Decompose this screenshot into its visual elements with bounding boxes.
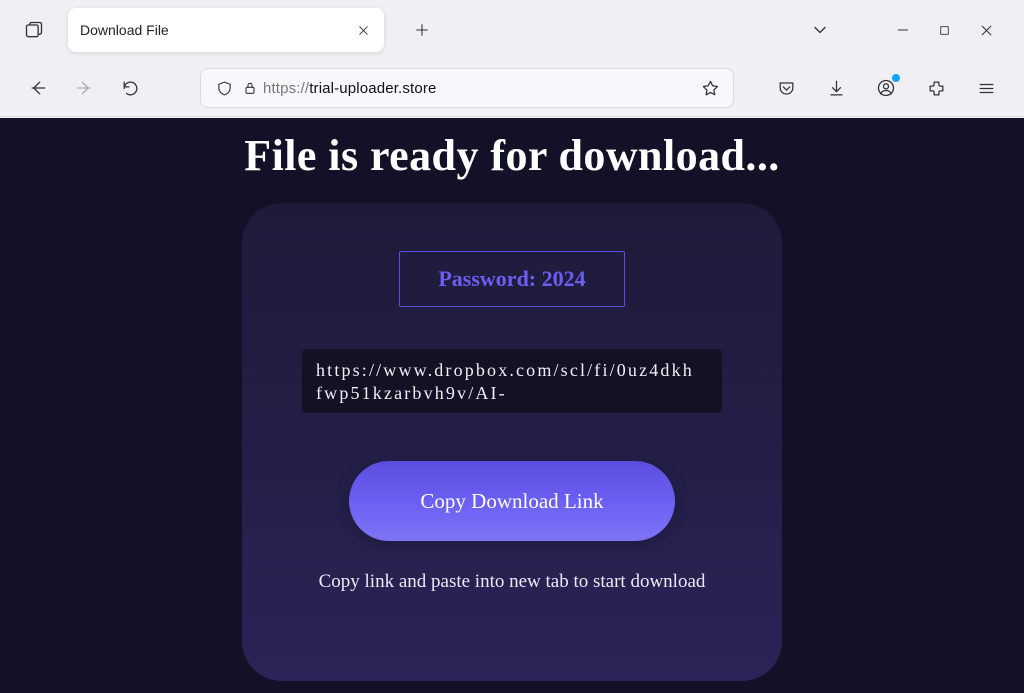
nav-back-button[interactable] bbox=[18, 68, 58, 108]
instruction-text: Copy link and paste into new tab to star… bbox=[319, 571, 706, 593]
account-button[interactable] bbox=[866, 68, 906, 108]
copy-download-link-button[interactable]: Copy Download Link bbox=[349, 461, 675, 541]
site-security-button[interactable] bbox=[237, 80, 263, 96]
window-close-button[interactable] bbox=[979, 23, 994, 38]
new-tab-button[interactable] bbox=[402, 10, 442, 50]
page-viewport: File is ready for download... Password: … bbox=[0, 118, 1024, 693]
nav-forward-button bbox=[64, 68, 104, 108]
page-headline: File is ready for download... bbox=[244, 130, 780, 181]
pocket-button[interactable] bbox=[766, 68, 806, 108]
chevron-down-icon bbox=[810, 20, 830, 40]
close-icon bbox=[979, 23, 994, 38]
recent-tabs-icon bbox=[24, 20, 44, 40]
app-menu-button[interactable] bbox=[966, 68, 1006, 108]
hamburger-icon bbox=[977, 79, 996, 98]
window-maximize-button[interactable] bbox=[938, 24, 951, 37]
puzzle-icon bbox=[927, 79, 946, 98]
arrow-left-icon bbox=[28, 78, 48, 98]
window-minimize-button[interactable] bbox=[896, 23, 910, 37]
toolbar-right bbox=[766, 68, 1006, 108]
nav-reload-button[interactable] bbox=[110, 68, 150, 108]
active-tab[interactable]: Download File bbox=[68, 8, 384, 52]
lock-icon bbox=[242, 80, 258, 96]
arrow-right-icon bbox=[74, 78, 94, 98]
star-icon bbox=[701, 79, 720, 98]
url-prefix: https:// bbox=[263, 80, 309, 97]
maximize-icon bbox=[938, 24, 951, 37]
browser-chrome: Download File bbox=[0, 0, 1024, 118]
tab-strip: Download File bbox=[0, 0, 1024, 60]
list-all-tabs-button[interactable] bbox=[810, 20, 830, 40]
tab-title: Download File bbox=[80, 22, 169, 38]
reload-icon bbox=[121, 79, 140, 98]
notification-dot-icon bbox=[892, 74, 900, 82]
download-icon bbox=[827, 79, 846, 98]
plus-icon bbox=[414, 22, 430, 38]
pocket-icon bbox=[777, 79, 796, 98]
tracking-protection-button[interactable] bbox=[211, 80, 237, 97]
address-bar[interactable]: https://trial-uploader.store bbox=[200, 68, 734, 108]
chrome-divider bbox=[0, 116, 1024, 117]
minimize-icon bbox=[896, 23, 910, 37]
password-display: Password: 2024 bbox=[399, 251, 624, 307]
download-link-textarea[interactable] bbox=[302, 349, 722, 413]
shield-icon bbox=[216, 80, 233, 97]
downloads-button[interactable] bbox=[816, 68, 856, 108]
tab-close-button[interactable] bbox=[354, 21, 372, 39]
bookmark-star-button[interactable] bbox=[697, 79, 723, 98]
window-controls bbox=[896, 23, 1014, 38]
extensions-button[interactable] bbox=[916, 68, 956, 108]
url-text: https://trial-uploader.store bbox=[263, 80, 697, 97]
close-icon bbox=[357, 24, 370, 37]
nav-toolbar: https://trial-uploader.store bbox=[0, 60, 1024, 116]
download-card: Password: 2024 Copy Download Link Copy l… bbox=[242, 203, 782, 681]
recent-tabs-button[interactable] bbox=[10, 10, 58, 50]
url-domain: trial-uploader.store bbox=[309, 80, 436, 97]
